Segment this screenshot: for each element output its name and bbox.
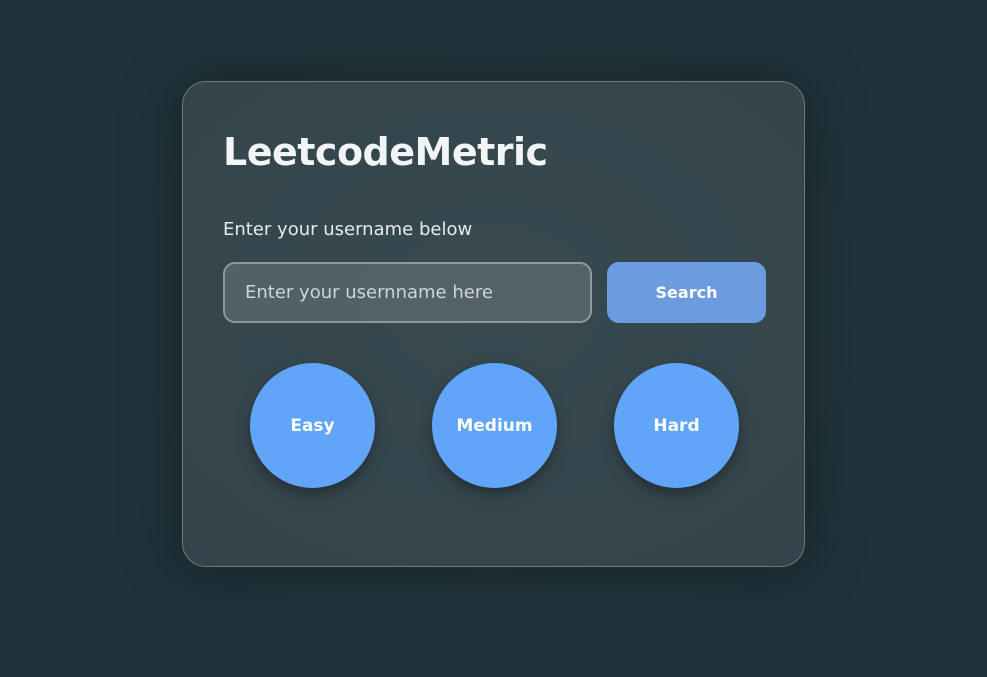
search-button[interactable]: Search bbox=[607, 262, 766, 323]
medium-progress-circle: Medium bbox=[432, 363, 557, 488]
hard-label: Hard bbox=[653, 415, 700, 436]
username-instruction: Enter your username below bbox=[223, 219, 473, 240]
easy-progress-circle: Easy bbox=[250, 363, 375, 488]
username-input[interactable] bbox=[223, 262, 592, 323]
page: LeetcodeMetric Enter your username below… bbox=[0, 0, 987, 677]
page-title: LeetcodeMetric bbox=[223, 130, 548, 174]
easy-label: Easy bbox=[290, 415, 335, 436]
main-card: LeetcodeMetric Enter your username below… bbox=[182, 81, 805, 567]
hard-progress-circle: Hard bbox=[614, 363, 739, 488]
medium-label: Medium bbox=[456, 415, 533, 436]
